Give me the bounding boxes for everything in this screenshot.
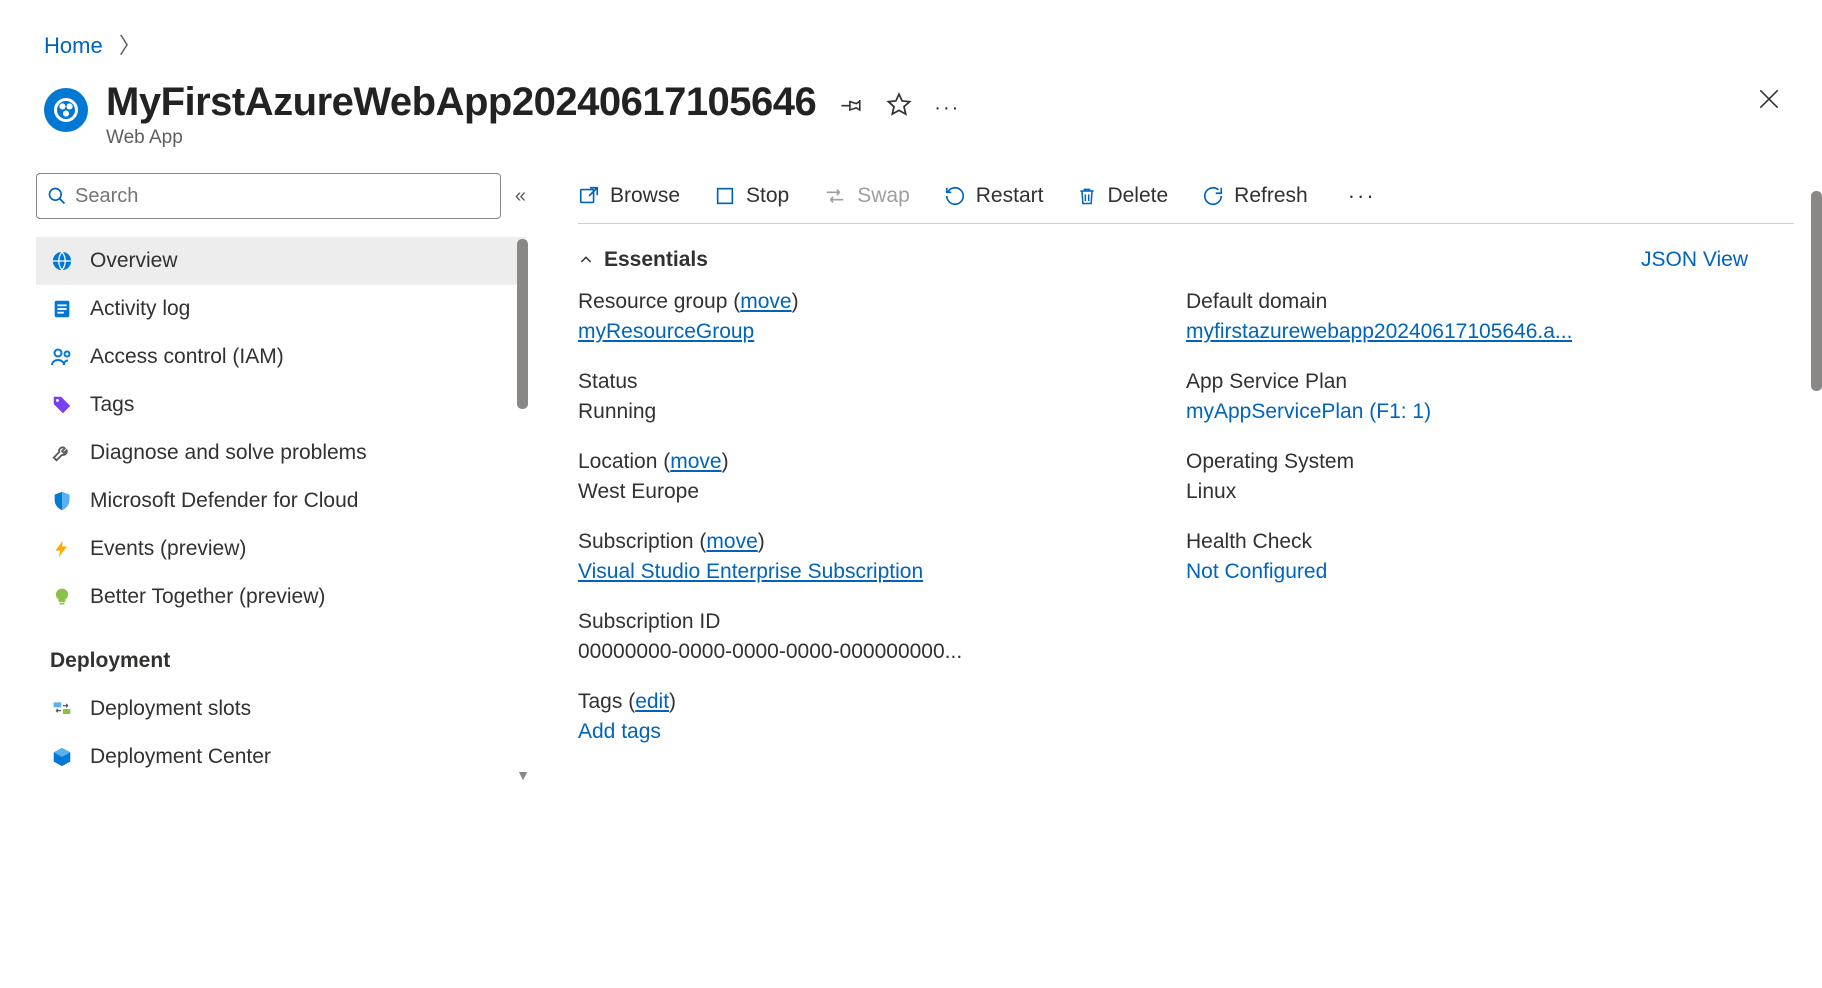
browse-button[interactable]: Browse bbox=[578, 184, 680, 208]
refresh-icon bbox=[1202, 185, 1224, 207]
resource-icon bbox=[44, 88, 88, 132]
stop-button[interactable]: Stop bbox=[714, 184, 789, 208]
sidebar-item-iam[interactable]: Access control (IAM) bbox=[36, 333, 526, 381]
nav-label: Events (preview) bbox=[90, 537, 246, 561]
label-resource-group: Resource group (move) bbox=[578, 290, 1156, 314]
sidebar-item-tags[interactable]: Tags bbox=[36, 381, 526, 429]
nav-label: Tags bbox=[90, 393, 134, 417]
section-deployment: Deployment bbox=[36, 621, 526, 685]
label-default-domain: Default domain bbox=[1186, 290, 1734, 314]
nav-label: Better Together (preview) bbox=[90, 585, 325, 609]
label-location: Location (move) bbox=[578, 450, 1156, 474]
essentials-heading: Essentials bbox=[604, 248, 708, 272]
json-view-link[interactable]: JSON View bbox=[1641, 248, 1748, 272]
move-resource-group-link[interactable]: move bbox=[740, 290, 791, 313]
essentials-toggle[interactable]: Essentials bbox=[578, 248, 708, 272]
bolt-icon bbox=[50, 537, 74, 561]
move-subscription-link[interactable]: move bbox=[706, 530, 757, 553]
value-location: West Europe bbox=[578, 480, 1156, 504]
cmd-label: Swap bbox=[857, 184, 910, 208]
more-icon[interactable]: ··· bbox=[934, 97, 960, 120]
nav-label: Access control (IAM) bbox=[90, 345, 284, 369]
nav-label: Activity log bbox=[90, 297, 190, 321]
cmd-label: Browse bbox=[610, 184, 680, 208]
cmd-label: Refresh bbox=[1234, 184, 1308, 208]
label-status: Status bbox=[578, 370, 1156, 394]
sidebar-item-events[interactable]: Events (preview) bbox=[36, 525, 526, 573]
value-default-domain[interactable]: myfirstazurewebapp20240617105646.a... bbox=[1186, 320, 1572, 344]
restart-button[interactable]: Restart bbox=[944, 184, 1044, 208]
restart-icon bbox=[944, 185, 966, 207]
sidebar-item-better-together[interactable]: Better Together (preview) bbox=[36, 573, 526, 621]
close-icon[interactable] bbox=[1756, 86, 1782, 120]
delete-button[interactable]: Delete bbox=[1077, 184, 1168, 208]
sidebar-item-deployment-center[interactable]: Deployment Center bbox=[36, 733, 526, 781]
breadcrumb-home[interactable]: Home bbox=[44, 33, 103, 58]
label-subscription: Subscription (move) bbox=[578, 530, 1156, 554]
bulb-icon bbox=[50, 585, 74, 609]
stop-icon bbox=[714, 185, 736, 207]
nav-label: Deployment slots bbox=[90, 697, 251, 721]
nav-label: Deployment Center bbox=[90, 745, 271, 769]
slots-icon bbox=[50, 697, 74, 721]
value-health-check[interactable]: Not Configured bbox=[1186, 560, 1734, 584]
open-icon bbox=[578, 185, 600, 207]
scroll-down-icon[interactable]: ▼ bbox=[516, 767, 530, 783]
trash-icon bbox=[1077, 185, 1097, 207]
swap-icon bbox=[823, 185, 847, 207]
pin-icon[interactable] bbox=[840, 93, 864, 123]
sidebar-item-deployment-slots[interactable]: Deployment slots bbox=[36, 685, 526, 733]
value-resource-group[interactable]: myResourceGroup bbox=[578, 320, 1156, 344]
label-tags: Tags (edit) bbox=[578, 690, 1156, 714]
sidebar-item-diagnose[interactable]: Diagnose and solve problems bbox=[36, 429, 526, 477]
value-subscription[interactable]: Visual Studio Enterprise Subscription bbox=[578, 560, 1156, 584]
value-operating-system: Linux bbox=[1186, 480, 1734, 504]
resource-type: Web App bbox=[106, 127, 816, 149]
swap-button: Swap bbox=[823, 184, 910, 208]
people-icon bbox=[50, 345, 74, 369]
shield-icon bbox=[50, 489, 74, 513]
label-health-check: Health Check bbox=[1186, 530, 1734, 554]
nav-label: Overview bbox=[90, 249, 178, 273]
log-icon bbox=[50, 297, 74, 321]
sidebar-item-overview[interactable]: Overview bbox=[36, 237, 526, 285]
move-location-link[interactable]: move bbox=[670, 450, 721, 473]
value-status: Running bbox=[578, 400, 1156, 424]
chevron-up-icon bbox=[578, 252, 594, 268]
sidebar-scrollbar[interactable] bbox=[517, 239, 528, 409]
search-icon bbox=[47, 186, 67, 206]
nav-label: Microsoft Defender for Cloud bbox=[90, 489, 358, 513]
cmd-label: Stop bbox=[746, 184, 789, 208]
main-scrollbar[interactable] bbox=[1811, 191, 1822, 391]
sidebar-item-activity-log[interactable]: Activity log bbox=[36, 285, 526, 333]
box-icon bbox=[50, 745, 74, 769]
cmd-label: Restart bbox=[976, 184, 1044, 208]
value-subscription-id: 00000000-0000-0000-0000-000000000... bbox=[578, 640, 1156, 664]
collapse-sidebar-icon[interactable]: « bbox=[515, 185, 526, 208]
label-operating-system: Operating System bbox=[1186, 450, 1734, 474]
search-input[interactable] bbox=[75, 185, 490, 208]
nav-label: Diagnose and solve problems bbox=[90, 441, 367, 465]
chevron-right-icon: 〉 bbox=[119, 33, 141, 58]
breadcrumb: Home 〉 bbox=[0, 0, 1822, 68]
wrench-icon bbox=[50, 441, 74, 465]
cmd-label: Delete bbox=[1107, 184, 1168, 208]
label-app-service-plan: App Service Plan bbox=[1186, 370, 1734, 394]
page-title: MyFirstAzureWebApp20240617105646 bbox=[106, 80, 816, 125]
star-icon[interactable] bbox=[886, 92, 912, 124]
label-subscription-id: Subscription ID bbox=[578, 610, 1156, 634]
tag-icon bbox=[50, 393, 74, 417]
edit-tags-link[interactable]: edit bbox=[635, 690, 669, 713]
commandbar-more-icon[interactable]: ··· bbox=[1342, 183, 1376, 209]
add-tags-link[interactable]: Add tags bbox=[578, 720, 1156, 744]
sidebar-search[interactable] bbox=[36, 173, 501, 219]
globe-icon bbox=[50, 249, 74, 273]
sidebar-item-defender[interactable]: Microsoft Defender for Cloud bbox=[36, 477, 526, 525]
refresh-button[interactable]: Refresh bbox=[1202, 184, 1308, 208]
value-app-service-plan[interactable]: myAppServicePlan (F1: 1) bbox=[1186, 400, 1734, 424]
command-bar: Browse Stop Swap Restart bbox=[578, 173, 1794, 224]
